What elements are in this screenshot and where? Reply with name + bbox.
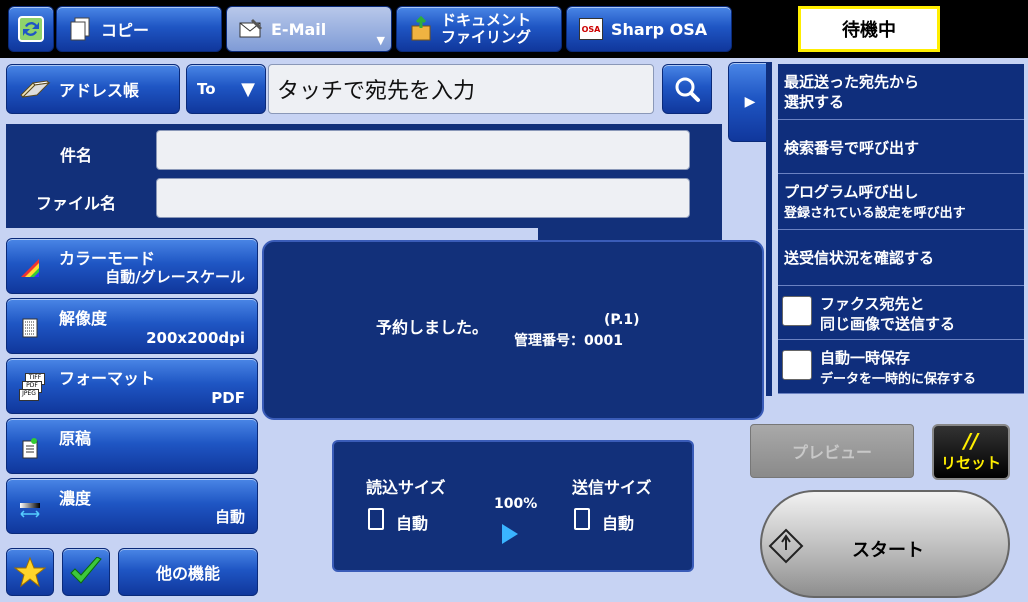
email-icon: [239, 19, 262, 38]
tab-docfiling-line2: ファイリング: [441, 28, 532, 46]
search-button[interactable]: [662, 64, 712, 114]
resolution-icon: [22, 318, 38, 338]
density-icon: [20, 503, 40, 518]
status-check-item[interactable]: 送受信状況を確認する: [778, 230, 1024, 286]
resolution-button[interactable]: 解像度 200x200dpi: [6, 298, 258, 354]
recent-destinations-line1: 最近送った宛先から: [784, 73, 920, 91]
tab-copy[interactable]: コピー: [56, 6, 222, 52]
format-title: フォーマット: [59, 369, 156, 388]
program-recall-line1: プログラム呼び出し: [784, 183, 919, 201]
format-icon: TIFF PDF JPEG: [19, 373, 45, 403]
search-number-item[interactable]: 検索番号で呼び出す: [778, 120, 1024, 174]
tab-docfiling-line1: ドキュメント: [441, 11, 532, 29]
tab-document-filing[interactable]: ドキュメント ファイリング: [396, 6, 562, 52]
right-panel-divider: [766, 62, 772, 396]
destination-input[interactable]: タッチで宛先を入力: [268, 64, 654, 114]
status-check-line1: 送受信状況を確認する: [784, 249, 935, 267]
to-select[interactable]: To ▼: [186, 64, 266, 114]
search-icon: [675, 77, 700, 102]
program-recall-line2: 登録されている設定を呼び出す: [784, 206, 966, 221]
check-button[interactable]: [62, 548, 110, 596]
original-button[interactable]: 原稿: [6, 418, 258, 474]
book-icon: [20, 80, 51, 98]
original-document-icon: [22, 438, 38, 459]
auto-temp-save-checkbox[interactable]: [782, 350, 812, 380]
page-indicator: (P.1): [604, 312, 640, 328]
triangle-down-icon: ▼: [241, 78, 255, 100]
status-indicator: 待機中: [798, 6, 940, 52]
reserved-message: 予約しました。: [376, 318, 489, 337]
fax-same-image-line1: ファクス宛先と: [820, 295, 925, 313]
message-panel: [262, 240, 764, 420]
tab-email-label: E-Mail: [271, 19, 327, 39]
format-button[interactable]: TIFF PDF JPEG フォーマット PDF: [6, 358, 258, 414]
destination-placeholder: タッチで宛先を入力: [277, 79, 476, 104]
address-book-button[interactable]: アドレス帳: [6, 64, 180, 114]
reset-label: リセット: [940, 454, 1001, 472]
management-number: 管理番号：0001: [514, 333, 623, 349]
osa-icon: OSA: [579, 18, 603, 40]
subject-field[interactable]: [156, 130, 690, 170]
reset-button[interactable]: // リセット: [932, 424, 1010, 480]
color-mode-value: 自動/グレースケール: [105, 268, 245, 286]
to-label: To: [197, 80, 216, 98]
other-functions-button[interactable]: 他の機能: [118, 548, 258, 596]
osa-icon-text: OSA: [581, 24, 601, 34]
start-button[interactable]: スタート: [760, 490, 1010, 598]
tab-sharp-osa-label: Sharp OSA: [611, 19, 708, 39]
ratio-label: 100%: [494, 496, 538, 512]
preview-button[interactable]: プレビュー: [750, 424, 914, 478]
auto-temp-save-line1: 自動一時保存: [820, 349, 911, 367]
fax-same-image-line2: 同じ画像で送信する: [820, 315, 956, 333]
send-size-label: 送信サイズ: [572, 478, 652, 497]
subject-panel-tab: [538, 224, 722, 240]
resolution-value: 200x200dpi: [146, 329, 245, 347]
filename-field[interactable]: [156, 178, 690, 218]
home-button[interactable]: [8, 6, 54, 52]
tab-copy-label: コピー: [101, 21, 150, 40]
recent-destinations-line2: 選択する: [784, 93, 845, 111]
resolution-title: 解像度: [59, 309, 108, 328]
color-mode-button[interactable]: カラーモード 自動/グレースケール: [6, 238, 258, 294]
start-label: スタート: [852, 540, 924, 561]
filename-label: ファイル名: [36, 194, 117, 213]
density-value: 自動: [214, 508, 245, 526]
program-recall-item[interactable]: プログラム呼び出し 登録されている設定を呼び出す: [778, 174, 1024, 230]
scan-size-label: 読込サイズ: [366, 478, 446, 497]
search-number-line1: 検索番号で呼び出す: [784, 139, 920, 157]
fax-same-image-checkbox[interactable]: [782, 296, 812, 326]
scan-size-value: 自動: [396, 514, 429, 533]
format-value: PDF: [211, 389, 245, 407]
chevron-down-icon: ▼: [376, 34, 385, 47]
send-size-icon: [574, 508, 590, 530]
send-size-value: 自動: [602, 514, 635, 533]
format-icon-jpeg: JPEG: [19, 389, 39, 401]
start-diamond-icon: [768, 528, 804, 564]
reset-mark-icon: //: [963, 429, 979, 453]
favorite-button[interactable]: [6, 548, 54, 596]
arrow-right-icon: [502, 524, 518, 544]
checkmark-icon: [70, 557, 102, 584]
subject-label: 件名: [60, 146, 93, 165]
tab-email[interactable]: E-Mail ▼: [226, 6, 392, 52]
fax-same-image-item[interactable]: ファクス宛先と 同じ画像で送信する: [778, 286, 1024, 340]
folder-icon: [411, 16, 431, 41]
auto-temp-save-item[interactable]: 自動一時保存 データを一時的に保存する: [778, 340, 1024, 394]
tab-sharp-osa[interactable]: OSA Sharp OSA: [566, 6, 732, 52]
original-title: 原稿: [59, 429, 92, 448]
star-icon: [14, 556, 46, 588]
auto-temp-save-line2: データを一時的に保存する: [820, 372, 977, 387]
address-book-label: アドレス帳: [59, 81, 140, 100]
recent-destinations-item[interactable]: 最近送った宛先から 選択する: [778, 64, 1024, 120]
copy-icon: [70, 17, 90, 41]
play-icon: ▶: [744, 94, 756, 110]
refresh-home-icon: [18, 16, 44, 42]
density-button[interactable]: 濃度 自動: [6, 478, 258, 534]
scan-size-icon: [368, 508, 384, 530]
density-title: 濃度: [59, 489, 92, 508]
color-prism-icon: [21, 259, 39, 277]
